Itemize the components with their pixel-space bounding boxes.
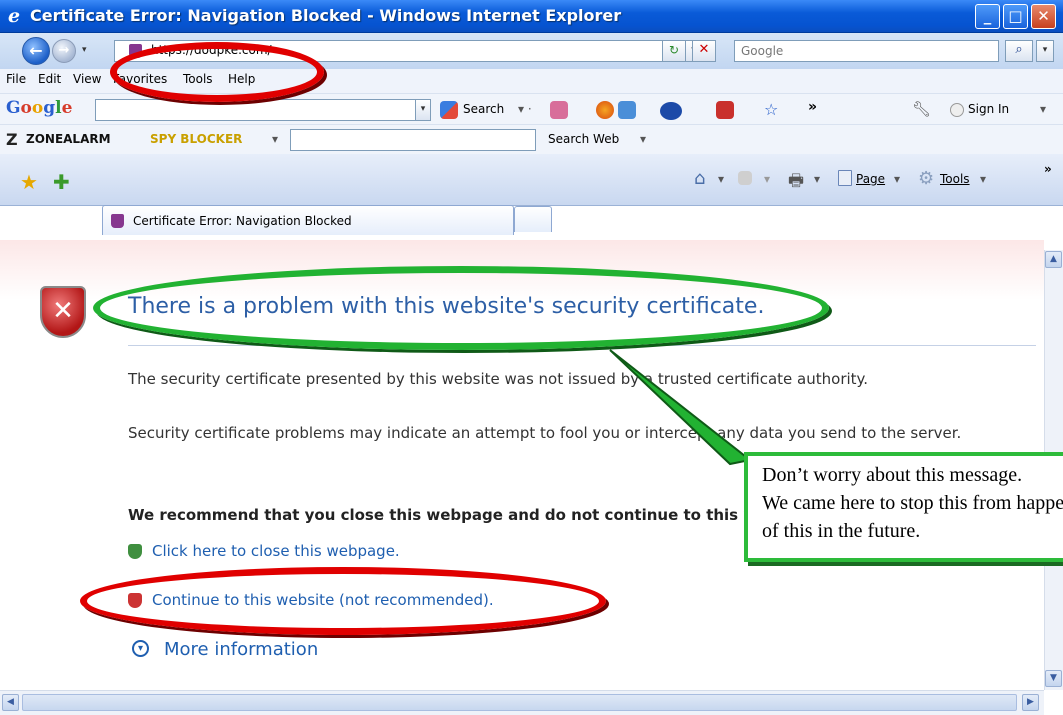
settings-wrench-icon[interactable]: 🔧︎ — [912, 100, 931, 118]
spellcheck-icon[interactable] — [596, 101, 614, 119]
back-arrow-icon: ← — [29, 41, 43, 60]
google-search-input[interactable] — [95, 99, 417, 121]
search-web-dropdown-icon[interactable]: ▾ — [640, 132, 646, 146]
add-favorites-icon[interactable]: ✚ — [53, 170, 70, 194]
pagerank-icon[interactable] — [550, 101, 568, 119]
print-icon[interactable]: 🖶︎ — [788, 168, 804, 197]
zonealarm-toolbar: Z ZoneAlarm Spy Blocker ▾ Search Web ▾ — [0, 124, 1063, 154]
feeds-icon[interactable] — [738, 171, 752, 185]
expand-chevron-icon[interactable]: ▾ — [132, 640, 149, 657]
google-search-button[interactable]: Search — [463, 102, 504, 116]
menu-file[interactable]: File — [6, 72, 26, 86]
callout-pointer — [609, 349, 753, 466]
certificate-issuer-text: The security certificate presented by th… — [128, 370, 869, 388]
certificate-error-tab-icon — [111, 214, 124, 228]
search-options-icon[interactable]: ▾ — [1036, 40, 1054, 62]
google-logo: Google — [6, 98, 73, 118]
search-input[interactable]: Google — [734, 40, 999, 62]
history-dropdown-icon[interactable]: ▾ — [82, 45, 87, 55]
minimize-button[interactable]: _ — [975, 4, 1000, 29]
forward-button[interactable]: → — [52, 39, 76, 63]
toolbar-overflow-icon[interactable]: » — [1044, 162, 1052, 176]
zonealarm-search-input[interactable] — [290, 129, 536, 151]
zonealarm-brand: ZoneAlarm — [26, 132, 111, 146]
error-shield-icon: ✕ — [40, 286, 86, 338]
scroll-right-icon[interactable]: ▶ — [1022, 694, 1039, 711]
print-dropdown-icon[interactable]: ▾ — [814, 172, 820, 186]
google-search-icon[interactable] — [440, 101, 458, 119]
search-web-button[interactable]: Search Web — [548, 132, 619, 146]
window-title: Certificate Error: Navigation Blocked - … — [30, 6, 622, 25]
recommendation-text: We recommend that you close this webpage… — [128, 506, 816, 524]
scroll-left-icon[interactable]: ◀ — [2, 694, 19, 711]
url-highlight-ellipse — [110, 42, 324, 102]
ie-logo-icon: e — [8, 5, 21, 27]
page-dropdown-icon[interactable]: ▾ — [894, 172, 900, 186]
heading-highlight-ellipse — [93, 266, 829, 350]
google-toolbar: Google ▾ Search ▾ · ☆ » 🔧︎ Sign In ▾ — [0, 93, 1063, 124]
refresh-button[interactable]: ↻ — [662, 40, 686, 62]
google-search-dropdown-icon[interactable]: ▾ — [415, 99, 431, 121]
horizontal-scroll-thumb[interactable] — [22, 694, 1017, 711]
spy-blocker-label[interactable]: Spy Blocker — [150, 132, 242, 146]
more-tools-icon[interactable]: » — [808, 99, 817, 115]
tab-certificate-error[interactable]: Certificate Error: Navigation Blocked — [102, 205, 514, 235]
bookmark-star-icon[interactable]: ☆ — [764, 100, 778, 119]
new-tab-button[interactable] — [514, 206, 552, 232]
more-information-link[interactable]: More information — [164, 639, 318, 660]
scroll-down-icon[interactable]: ▼ — [1045, 670, 1062, 687]
certificate-warning-text: Security certificate problems may indica… — [128, 424, 962, 442]
tab-bar: ★ ✚ Certificate Error: Navigation Blocke… — [0, 154, 1063, 235]
search-dropdown-icon[interactable]: ▾ · — [518, 102, 532, 116]
sign-in-dropdown-icon[interactable]: ▾ — [1040, 102, 1046, 116]
maximize-button[interactable]: □ — [1003, 4, 1028, 29]
forward-arrow-icon: → — [58, 43, 70, 58]
annotation-callout: Don’t worry about this message. We came … — [744, 452, 1063, 562]
dell-icon[interactable] — [660, 102, 682, 120]
tools-gear-icon: ⚙ — [918, 168, 935, 189]
zonealarm-logo-icon: Z — [6, 130, 18, 149]
tools-dropdown-icon[interactable]: ▾ — [980, 172, 986, 186]
feeds-dropdown-icon[interactable]: ▾ — [764, 172, 770, 186]
back-button[interactable]: ← — [22, 37, 50, 65]
sign-in-button[interactable]: Sign In — [968, 102, 1009, 116]
tools-menu[interactable]: Tools — [940, 172, 970, 186]
menu-edit[interactable]: Edit — [38, 72, 61, 86]
plus-icon[interactable] — [618, 101, 636, 119]
home-dropdown-icon[interactable]: ▾ — [718, 172, 724, 186]
spy-blocker-dropdown-icon[interactable]: ▾ — [272, 132, 278, 146]
callout-line-3: of this in the future. — [762, 520, 921, 542]
search-icon[interactable]: ⌕ — [1005, 40, 1033, 62]
popup-blocker-icon[interactable] — [716, 101, 734, 119]
green-shield-icon — [128, 544, 142, 559]
scroll-up-icon[interactable]: ▲ — [1045, 251, 1062, 268]
close-webpage-link[interactable]: Click here to close this webpage. — [152, 542, 400, 560]
callout-line-1: Don’t worry about this message. — [762, 464, 1023, 486]
continue-highlight-ellipse — [80, 567, 606, 635]
title-bar: e Certificate Error: Navigation Blocked … — [0, 0, 1063, 33]
favorites-star-icon[interactable]: ★ — [20, 170, 38, 194]
home-icon[interactable]: ⌂ — [694, 168, 705, 189]
callout-line-2: We came here to stop this from happening — [762, 492, 1063, 514]
horizontal-scrollbar[interactable]: ◀ ▶ — [0, 690, 1044, 715]
sign-in-icon — [950, 103, 964, 117]
menu-view[interactable]: View — [73, 72, 101, 86]
page-menu[interactable]: Page — [856, 172, 885, 186]
page-icon — [838, 170, 852, 186]
stop-button[interactable]: ✕ — [692, 40, 716, 62]
close-button[interactable]: ✕ — [1031, 4, 1056, 29]
tab-label: Certificate Error: Navigation Blocked — [133, 214, 352, 228]
